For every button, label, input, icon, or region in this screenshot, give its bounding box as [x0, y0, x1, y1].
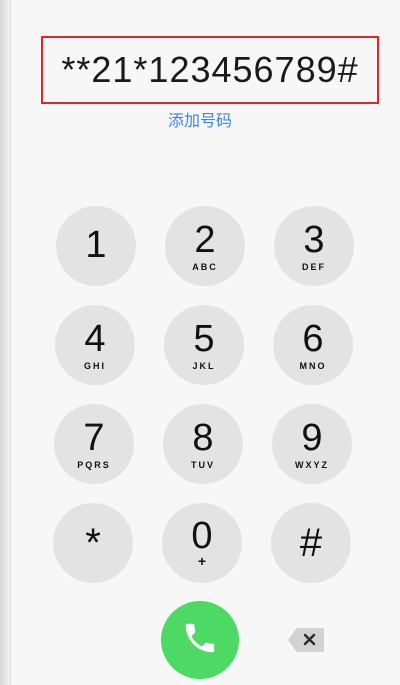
dialed-number-display[interactable]: **21*123456789# [41, 36, 379, 104]
key-5[interactable]: 5 JKL [164, 305, 244, 385]
backspace-icon [287, 627, 325, 658]
delete-button[interactable] [286, 626, 326, 658]
call-button[interactable] [161, 601, 239, 679]
key-letters: JKL [192, 360, 216, 371]
key-8[interactable]: 8 TUV [163, 404, 243, 484]
key-letters: PQRS [77, 459, 111, 470]
key-7[interactable]: 7 PQRS [54, 404, 134, 484]
key-digit: 9 [301, 416, 323, 459]
key-digit: * [85, 521, 101, 565]
key-digit: # [299, 521, 323, 565]
key-1[interactable]: 1 [56, 206, 136, 286]
key-9[interactable]: 9 WXYZ [272, 404, 352, 484]
key-star[interactable]: * [53, 503, 133, 583]
key-digit: 6 [302, 317, 324, 360]
key-letters: TUV [191, 459, 215, 470]
key-digit: 8 [192, 416, 214, 459]
key-2[interactable]: 2 ABC [165, 206, 245, 286]
key-digit: 3 [303, 218, 325, 261]
key-digit: 1 [85, 223, 107, 266]
key-hash[interactable]: # [271, 503, 351, 583]
key-0[interactable]: 0 + [162, 503, 242, 583]
add-number-link[interactable]: 添加号码 [0, 107, 400, 131]
key-digit: 4 [84, 317, 106, 360]
key-3[interactable]: 3 DEF [274, 206, 354, 286]
key-6[interactable]: 6 MNO [273, 305, 353, 385]
key-letters: GHI [83, 360, 106, 371]
phone-icon [181, 619, 219, 662]
key-letters: DEF [302, 261, 326, 272]
key-letters: MNO [299, 360, 327, 371]
key-4[interactable]: 4 GHI [55, 305, 135, 385]
key-digit: 7 [83, 416, 105, 459]
key-letters: ABC [192, 261, 218, 272]
key-digit: 5 [193, 317, 215, 360]
key-digit: 0 [191, 515, 213, 557]
key-letters: WXYZ [295, 459, 329, 470]
device-edge [0, 0, 10, 685]
key-digit: 2 [194, 218, 216, 261]
key-letters: + [197, 553, 207, 569]
